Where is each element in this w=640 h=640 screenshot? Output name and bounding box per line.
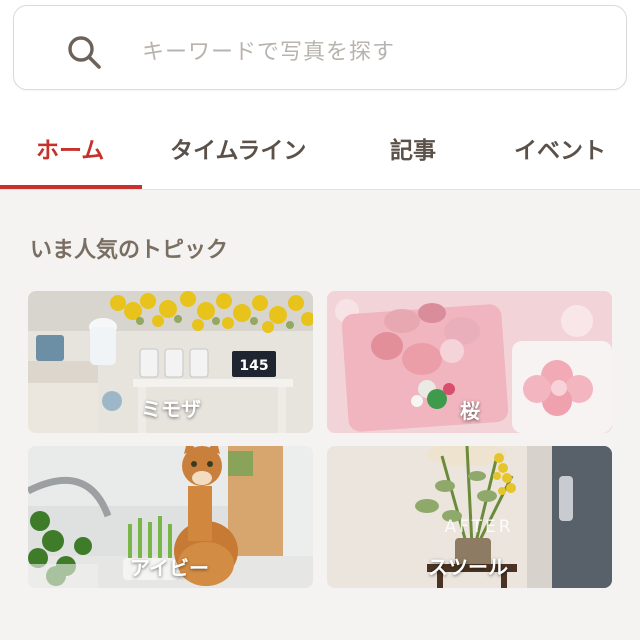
search-input[interactable]: キーワードで写真を探す [142, 34, 395, 66]
topic-card-ivy[interactable]: アイビー [28, 446, 313, 588]
topic-card-mimosa[interactable]: 145 ミモザ [28, 291, 313, 433]
topic-label: スツール [428, 555, 508, 579]
tab-bar: ホーム タイムライン 記事 イベント [0, 115, 640, 190]
topic-label: 桜 [460, 399, 480, 423]
app-header: キーワードで写真を探す ホーム タイムライン 記事 イベント [0, 0, 640, 190]
tab-events[interactable]: イベント [514, 131, 606, 165]
tab-bar-divider [0, 189, 640, 190]
section-title: いま人気のトピック [30, 238, 229, 263]
topic-label: アイビー [130, 556, 209, 580]
topic-card-stool[interactable]: AFTER スツール [327, 446, 612, 588]
topic-card-sakura[interactable]: 桜 [327, 291, 612, 433]
search-bar[interactable]: キーワードで写真を探す [13, 5, 627, 90]
photo-overlay-text: AFTER [444, 517, 513, 537]
tab-articles[interactable]: 記事 [390, 131, 436, 165]
photo-number-plate: 145 [239, 358, 268, 374]
topic-label: ミモザ [141, 397, 201, 421]
tab-home[interactable]: ホーム [36, 131, 104, 165]
tab-timeline[interactable]: タイムライン [170, 131, 306, 165]
search-icon [68, 36, 101, 69]
